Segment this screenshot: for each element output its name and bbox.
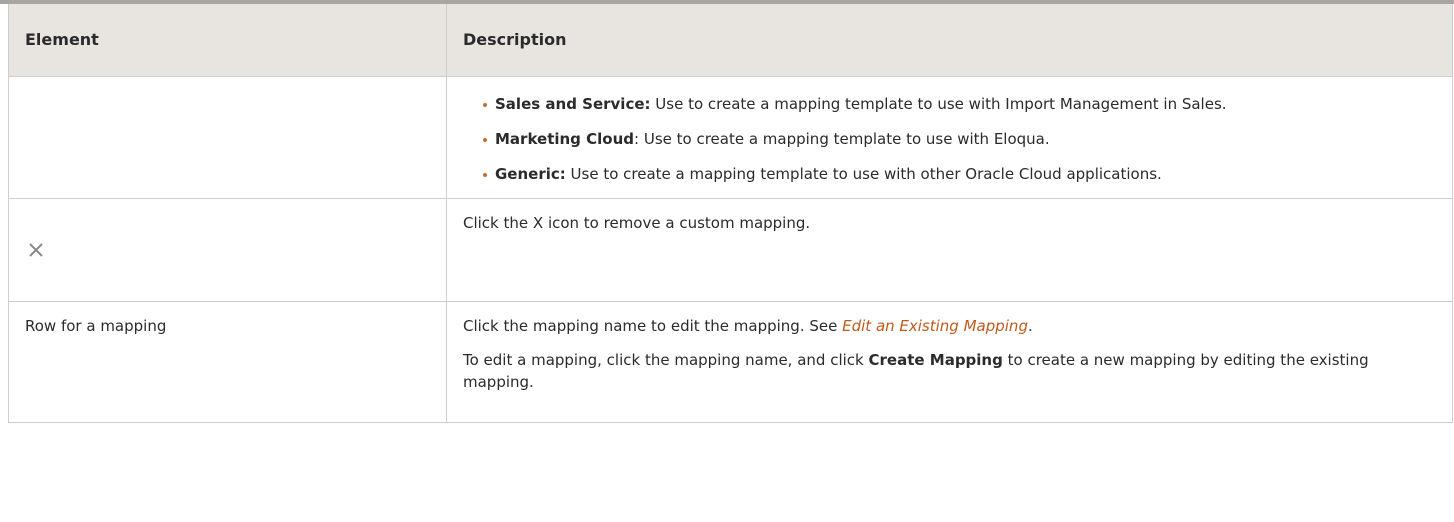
element-text: Row for a mapping xyxy=(25,317,167,335)
table-header-row: Element Description xyxy=(8,4,1453,77)
option-name: Generic: xyxy=(495,165,566,183)
option-name: Marketing Cloud xyxy=(495,130,635,148)
description-cell: Sales and Service: Use to create a mappi… xyxy=(446,76,1453,199)
edit-existing-mapping-link[interactable]: Edit an Existing Mapping xyxy=(842,317,1028,335)
option-text: Use to create a mapping template to use … xyxy=(650,95,1227,113)
header-description: Description xyxy=(446,4,1453,77)
option-list: Sales and Service: Use to create a mappi… xyxy=(463,77,1436,185)
list-item: Marketing Cloud: Use to create a mapping… xyxy=(483,128,1436,150)
list-item: Generic: Use to create a mapping templat… xyxy=(483,163,1436,185)
element-cell: Row for a mapping xyxy=(8,301,447,423)
description-paragraph: Click the mapping name to edit the mappi… xyxy=(463,302,1436,337)
option-name: Sales and Service: xyxy=(495,95,651,113)
element-cell xyxy=(8,198,447,302)
create-mapping-label: Create Mapping xyxy=(868,351,1003,369)
description-text: Click the X icon to remove a custom mapp… xyxy=(463,214,811,232)
table-row: Click the X icon to remove a custom mapp… xyxy=(8,198,1453,302)
description-cell: Click the mapping name to edit the mappi… xyxy=(446,301,1453,423)
description-period: . xyxy=(1027,317,1033,335)
header-element: Element xyxy=(8,4,447,77)
description-text: To edit a mapping, click the mapping nam… xyxy=(463,351,869,369)
table-row: Sales and Service: Use to create a mappi… xyxy=(8,76,1453,199)
description-cell: Click the X icon to remove a custom mapp… xyxy=(446,198,1453,302)
description-paragraph: To edit a mapping, click the mapping nam… xyxy=(463,337,1436,393)
list-item: Sales and Service: Use to create a mappi… xyxy=(483,93,1436,115)
close-icon xyxy=(27,241,45,259)
option-text: Use to create a mapping template to use … xyxy=(565,165,1162,183)
element-description-table: Element Description Sales and Service: U… xyxy=(8,4,1453,423)
description-text: Click the mapping name to edit the mappi… xyxy=(463,317,843,335)
element-cell-empty xyxy=(8,76,447,199)
table-row: Row for a mapping Click the mapping name… xyxy=(8,301,1453,423)
option-text: : Use to create a mapping template to us… xyxy=(634,130,1050,148)
